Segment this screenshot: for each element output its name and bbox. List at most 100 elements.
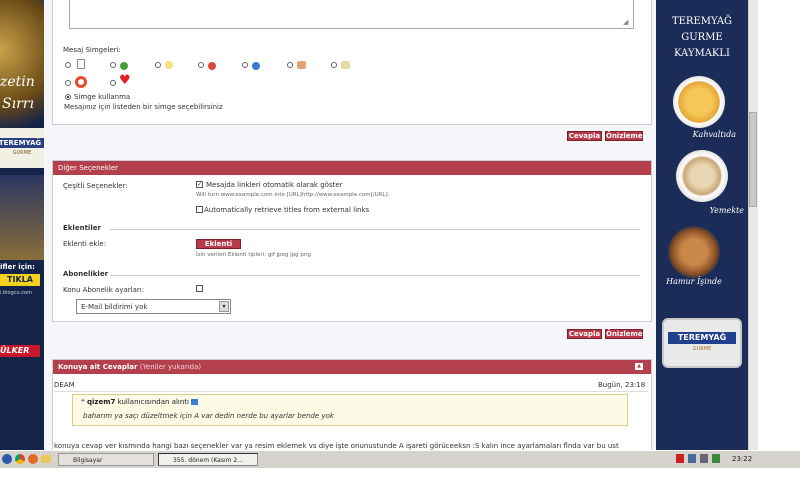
folder-icon[interactable] xyxy=(41,455,51,463)
other-options-panel: Diğer Seçenekler xyxy=(52,160,652,322)
banner-click-button[interactable]: TIKLA xyxy=(0,274,40,286)
caption-pastry-text: Hamur İşinde xyxy=(666,277,722,286)
taskbar-clock[interactable]: 23:22 xyxy=(732,455,752,463)
bottom-margin xyxy=(0,468,800,500)
scrollbar-thumb[interactable] xyxy=(749,112,757,207)
no-icon-label: Simge kullanma xyxy=(74,93,131,101)
taskbar-item-browser[interactable]: 355. dönem (Kasım 2... xyxy=(158,453,258,466)
left-ad-banner[interactable]: zetin Sırrı TEREMYAĞ GURME ifler için: T… xyxy=(0,0,44,450)
pack-logo-sub: GURME xyxy=(12,150,32,156)
reply-author: DEAM xyxy=(54,381,75,389)
product-pack-image: TEREMYAĞ GURME xyxy=(0,128,44,168)
taskbar-item-computer-label: Bilgisayar xyxy=(73,457,103,464)
subscriptions-title: Abonelikler xyxy=(63,270,109,278)
lifebuoy-icon xyxy=(75,76,87,88)
document-icon xyxy=(77,59,85,69)
icon-radio-7[interactable] xyxy=(331,62,337,68)
icon-radio-2[interactable] xyxy=(110,62,116,68)
subscription-checkbox[interactable] xyxy=(196,285,203,292)
reply-button-bottom[interactable]: Cevapla xyxy=(567,329,602,339)
right-ad-banner[interactable]: TEREMYAĞ GURME KAYMAKLI Kahvaltıda Yemek… xyxy=(656,0,748,450)
auto-titles-label: Automatically retrieve titles from exter… xyxy=(204,206,370,214)
preview-button-bottom[interactable]: Önizleme xyxy=(605,329,643,339)
security-icon[interactable] xyxy=(712,454,720,463)
replies-header: Konuya ait Cevaplar (Yeniler yukarıda) xyxy=(53,360,651,374)
volume-icon[interactable] xyxy=(700,454,708,463)
icon-radio-1[interactable] xyxy=(65,62,71,68)
pack-logo-text: TEREMYAĞ xyxy=(0,138,44,148)
attach-button[interactable]: Eklenti ekle xyxy=(196,239,241,257)
message-icons-title: Mesaj Simgeleri: xyxy=(63,46,121,54)
start-orb-icon[interactable] xyxy=(2,454,12,464)
question-icon xyxy=(252,62,260,70)
banner-brand-line-1: zetin xyxy=(0,74,35,90)
icon-radio-5[interactable] xyxy=(242,62,248,68)
subscriptions-label: Konu Abonelik ayarları: xyxy=(63,286,145,294)
message-icons-hint: Mesajınız için listeden bir simge seçebi… xyxy=(64,103,223,111)
reply-button[interactable]: Cevapla xyxy=(567,131,602,141)
reply-separator xyxy=(54,391,648,392)
auto-links-hint: Will turn www.example.com into [URL]http… xyxy=(196,192,390,198)
view-post-icon[interactable] xyxy=(191,399,199,405)
thumbs-up-icon xyxy=(341,61,350,69)
heart-icon: ♥ xyxy=(119,73,131,88)
taskbar: Bilgisayar 355. dönem (Kasım 2... 23:22 xyxy=(0,450,800,469)
right-banner-title-1: TEREMYAĞ xyxy=(671,16,733,27)
caption-pastry: Hamur İşinde xyxy=(664,277,724,287)
quote-header: ❝ qizem7 kullanıcısından alıntı xyxy=(81,398,199,406)
subscription-select-value: E-Mail bildirimi yok xyxy=(81,303,148,311)
select-chevron-icon: ▾ xyxy=(219,301,229,312)
subscriptions-separator xyxy=(110,275,640,276)
auto-titles-checkbox[interactable] xyxy=(196,206,203,213)
icon-radio-8[interactable] xyxy=(65,80,71,86)
textarea-resize-grip[interactable]: ◢ xyxy=(623,18,628,26)
thumbs-down-icon xyxy=(297,61,306,69)
no-icon-radio[interactable] xyxy=(65,94,71,100)
quote-box: ❝ qizem7 kullanıcısından alıntı baharım … xyxy=(72,394,628,426)
attach-label: Eklenti ekle: xyxy=(63,240,107,248)
chrome-icon[interactable] xyxy=(15,454,25,464)
taskbar-item-browser-label: 355. dönem (Kasım 2... xyxy=(173,457,243,464)
preview-button[interactable]: Önizleme xyxy=(605,131,643,141)
product-tub-image: TEREMYAĞ GURME xyxy=(662,318,742,368)
right-banner-title-3: KAYMAKLI xyxy=(673,48,730,59)
window-margin xyxy=(758,0,800,450)
attachments-title: Eklentiler xyxy=(63,224,101,232)
reply-body: konuya cevap ver kısmında hangi bazı seç… xyxy=(54,442,619,450)
exclamation-icon xyxy=(208,62,216,70)
banner-image-strip xyxy=(0,175,44,260)
banner-click-label: TIKLA xyxy=(7,275,33,284)
taskbar-item-computer[interactable]: Bilgisayar xyxy=(58,453,154,466)
tray-icons[interactable] xyxy=(676,454,728,464)
caption-meal: Yemekte xyxy=(709,206,744,215)
quote-text: baharım ya saçı düzeltmek için A var ded… xyxy=(83,412,334,420)
auto-links-label: Mesajda linkleri otomatik olarak göster xyxy=(206,181,343,189)
arrow-icon xyxy=(120,62,128,70)
firefox-icon[interactable] xyxy=(28,454,38,464)
attachments-separator xyxy=(110,229,640,230)
network-icon[interactable] xyxy=(688,454,696,463)
caption-breakfast: Kahvaltıda xyxy=(692,130,736,139)
icon-radio-6[interactable] xyxy=(287,62,293,68)
quote-from: kullanıcısından alıntı xyxy=(117,398,189,406)
message-textarea[interactable] xyxy=(69,0,634,29)
breakfast-image xyxy=(673,76,725,128)
reply-time: Bugün, 23:18 xyxy=(598,381,646,389)
pdf-icon[interactable] xyxy=(676,454,684,463)
banner-url: i.blogcu.com xyxy=(0,290,32,296)
collapse-icon[interactable]: ▲ xyxy=(635,363,643,370)
misc-options-label: Çeşitli Seçenekler: xyxy=(63,182,128,190)
icon-radio-4[interactable] xyxy=(198,62,204,68)
meal-image xyxy=(676,150,728,202)
right-banner-title-2: GURME xyxy=(681,32,723,43)
auto-links-checkbox[interactable]: ✓ xyxy=(196,181,203,188)
tub-sub: GURME xyxy=(692,346,712,352)
attach-hint: İzin verilen Eklenti tipleri: gif jpeg j… xyxy=(196,252,311,258)
icon-radio-3[interactable] xyxy=(155,62,161,68)
subscription-select[interactable]: E-Mail bildirimi yok ▾ xyxy=(76,299,231,314)
quote-user[interactable]: qizem7 xyxy=(87,398,115,406)
other-options-header: Diğer Seçenekler xyxy=(53,161,651,175)
ulker-logo: ÜLKER xyxy=(0,345,40,357)
banner-brand-line-2: Sırrı xyxy=(2,96,34,112)
icon-radio-9[interactable] xyxy=(110,80,116,86)
